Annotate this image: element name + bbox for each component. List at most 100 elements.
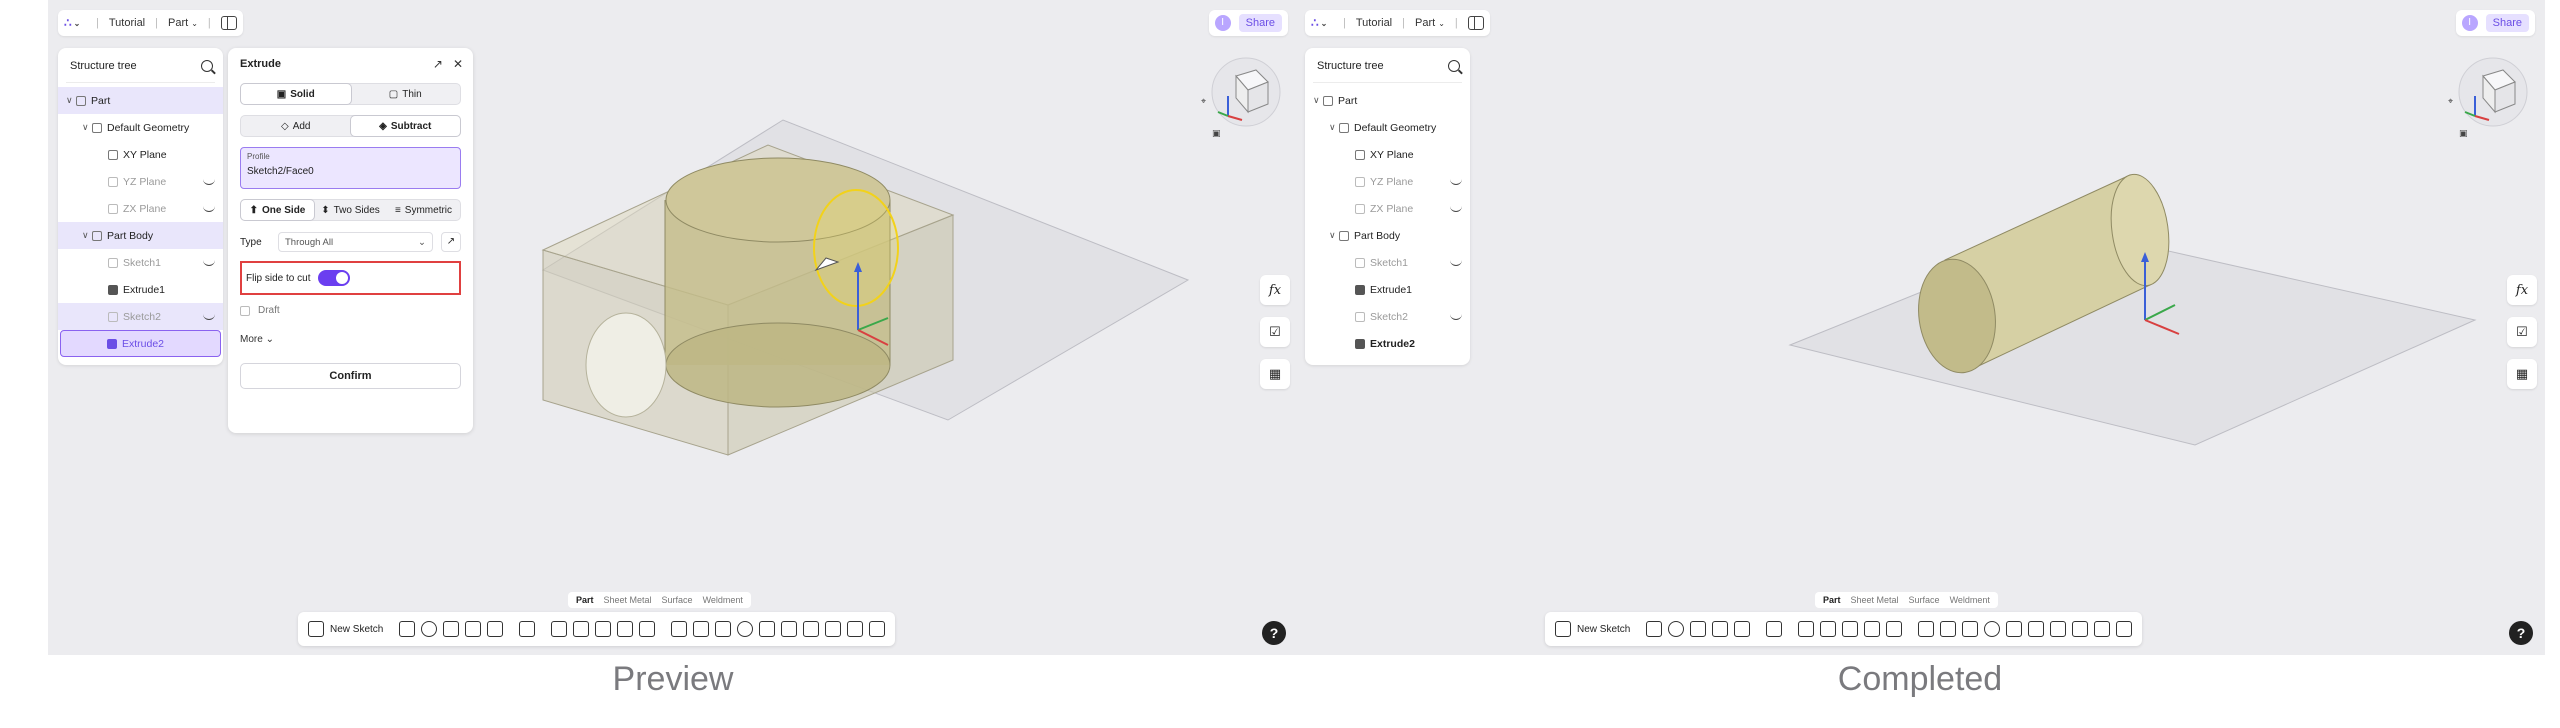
type-select[interactable]: Through All ⌄ [278,232,433,252]
sweep-tool-icon[interactable] [1690,621,1707,637]
draft-checkbox[interactable] [240,305,250,316]
view-cube[interactable]: ⌖ ▣ [1198,46,1290,142]
app-logo-menu[interactable]: ∴ ⌄ [1311,15,1333,31]
tree-item-yz-plane[interactable]: YZ Plane [1305,168,1470,195]
tree-item-extrude2[interactable]: Extrude2 [60,330,221,357]
side-symmetric-button[interactable]: ≡ Symmetric [387,200,460,220]
tree-item-yz-plane[interactable]: YZ Plane [58,168,223,195]
share-button[interactable]: Share [1238,14,1282,32]
shell-tool-icon[interactable] [1864,621,1881,637]
hidden-eye-icon[interactable] [203,206,215,212]
table-icon[interactable]: ▦ [1260,359,1290,389]
tree-item-part-body[interactable]: ∨ Part Body [1305,222,1470,249]
tab-sheet-metal[interactable]: Sheet Metal [1847,594,1903,606]
help-icon[interactable]: ? [2509,621,2533,645]
tree-item-default-geometry[interactable]: ∨ Default Geometry [1305,114,1470,141]
share-button[interactable]: Share [2485,14,2529,32]
tree-item-part[interactable]: ∨ Part [58,87,223,114]
doc-type-dropdown[interactable]: Part ⌄ [1415,17,1445,29]
tab-part[interactable]: Part [572,594,598,606]
tab-part[interactable]: Part [1819,594,1845,606]
tree-item-extrude1[interactable]: Extrude1 [1305,276,1470,303]
help-icon[interactable]: ? [1262,621,1286,645]
hidden-eye-icon[interactable] [203,179,215,185]
tab-surface[interactable]: Surface [1905,594,1944,606]
tree-item-extrude1[interactable]: Extrude1 [58,276,223,303]
new-sketch-icon[interactable] [1555,621,1571,637]
search-icon[interactable] [1448,60,1460,72]
axis-tool-icon[interactable] [2072,621,2089,637]
tree-item-zx-plane[interactable]: ZX Plane [1305,195,1470,222]
measure-tool-icon[interactable] [2094,621,2111,637]
rib-tool-icon[interactable] [1734,621,1751,637]
side-one-button[interactable]: ⬆ One Side [241,200,314,220]
tab-weldment[interactable]: Weldment [1946,594,1994,606]
thicken-tool-icon[interactable] [639,621,656,637]
tree-item-xy-plane[interactable]: XY Plane [58,141,223,168]
move-tool-icon[interactable] [715,621,732,637]
3d-viewport-completed[interactable] [1295,0,2545,655]
tab-weldment[interactable]: Weldment [699,594,747,606]
tree-item-sketch2[interactable]: Sketch2 [58,303,223,330]
panel-toggle-icon[interactable] [220,16,237,30]
checklist-icon[interactable]: ☑ [1260,317,1290,347]
hidden-eye-icon[interactable] [203,314,215,320]
plane-tool-icon[interactable] [2050,621,2067,637]
combine-tool-icon[interactable] [1984,621,2001,637]
tab-sheet-metal[interactable]: Sheet Metal [600,594,656,606]
tree-item-default-geometry[interactable]: ∨ Default Geometry [58,114,223,141]
draft-tool-icon[interactable] [595,621,612,637]
fillet-tool-icon[interactable] [1798,621,1815,637]
hole-tool-icon[interactable] [519,621,536,637]
tree-item-sketch2[interactable]: Sketch2 [1305,303,1470,330]
extrude-tool-icon[interactable] [399,621,416,637]
formula-fx-icon[interactable]: fx [1260,275,1290,305]
breadcrumb-tutorial[interactable]: Tutorial [109,17,145,29]
thicken-tool-icon[interactable] [1886,621,1903,637]
chevron-down-icon[interactable]: ∨ [82,230,92,241]
chevron-down-icon[interactable]: ∨ [66,95,76,106]
op-subtract-button[interactable]: ◈ Subtract [350,116,460,136]
hole-tool-icon[interactable] [1766,621,1783,637]
pin-icon[interactable]: ↗ [433,57,443,71]
close-icon[interactable]: ✕ [453,57,463,71]
confirm-button[interactable]: Confirm [240,363,461,389]
mirror-tool-icon[interactable] [1940,621,1957,637]
side-two-button[interactable]: ⬍ Two Sides [314,200,387,220]
extrude-tool-icon[interactable] [1646,621,1663,637]
more-tools-icon[interactable] [2116,621,2133,637]
avatar[interactable]: I [2461,15,2478,31]
op-add-button[interactable]: ◇ Add [241,116,351,136]
profile-field[interactable]: Profile Sketch2/Face0 [240,147,461,189]
hidden-eye-icon[interactable] [1450,260,1462,266]
app-logo-menu[interactable]: ∴ ⌄ [64,15,86,31]
loft-tool-icon[interactable] [1712,621,1729,637]
rib-tool-icon[interactable] [487,621,504,637]
chamfer-tool-icon[interactable] [573,621,590,637]
fillet-tool-icon[interactable] [551,621,568,637]
mode-solid-button[interactable]: ▣ Solid [241,84,351,104]
panel-toggle-icon[interactable] [1467,16,1484,30]
hidden-eye-icon[interactable] [1450,179,1462,185]
tree-item-zx-plane[interactable]: ZX Plane [58,195,223,222]
split-tool-icon[interactable] [759,621,776,637]
combine-tool-icon[interactable] [737,621,754,637]
breadcrumb-tutorial[interactable]: Tutorial [1356,17,1392,29]
axis-tool-icon[interactable] [825,621,842,637]
measure-tool-icon[interactable] [847,621,864,637]
sweep-tool-icon[interactable] [443,621,460,637]
direction-pick-icon[interactable]: ↗ [441,232,461,252]
tree-item-part-body[interactable]: ∨ Part Body [58,222,223,249]
tab-surface[interactable]: Surface [658,594,697,606]
scale-tool-icon[interactable] [2028,621,2045,637]
doc-type-dropdown[interactable]: Part ⌄ [168,17,198,29]
tree-item-xy-plane[interactable]: XY Plane [1305,141,1470,168]
chevron-down-icon[interactable]: ∨ [82,122,92,133]
hidden-eye-icon[interactable] [1450,314,1462,320]
avatar[interactable]: I [1214,15,1231,31]
mode-thin-button[interactable]: ▢ Thin [351,84,461,104]
search-icon[interactable] [201,60,213,72]
mirror-tool-icon[interactable] [693,621,710,637]
chevron-down-icon[interactable]: ∨ [1313,95,1323,106]
scale-tool-icon[interactable] [781,621,798,637]
